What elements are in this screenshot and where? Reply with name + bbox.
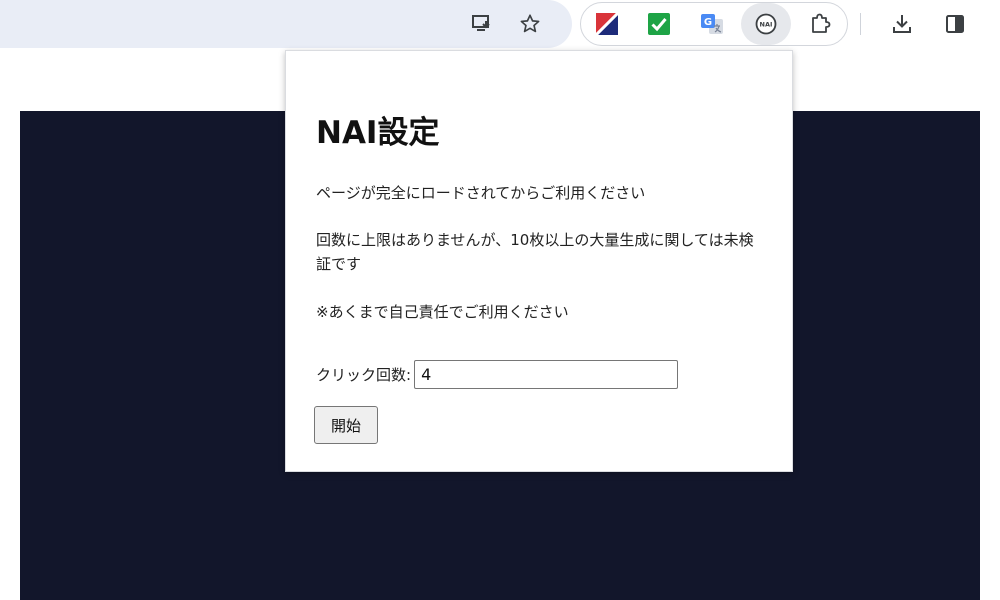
download-icon[interactable] — [886, 8, 918, 40]
svg-text:G: G — [704, 17, 712, 28]
google-translate-icon[interactable]: G — [696, 8, 728, 40]
browser-toolbar: G NAI — [0, 0, 1000, 50]
install-app-icon[interactable] — [466, 8, 498, 40]
click-count-row: クリック回数: — [316, 359, 679, 389]
browser-window: G NAI NAI設定 ページが完全にロードされてからご利用ください 回数に上限… — [0, 0, 1000, 600]
bookmark-star-icon[interactable] — [514, 8, 546, 40]
ext-stripe-icon[interactable] — [591, 8, 623, 40]
side-panel-icon[interactable] — [939, 8, 971, 40]
limit-notice-text: 回数に上限はありませんが、10枚以上の大量生成に関しては未検証です — [316, 231, 754, 273]
extensions-puzzle-icon[interactable] — [804, 8, 836, 40]
ext-check-icon[interactable] — [643, 8, 675, 40]
responsibility-notice-text: ※あくまで自己責任でご利用ください — [316, 303, 569, 321]
start-button[interactable]: 開始 — [314, 406, 378, 444]
click-count-input[interactable] — [414, 359, 679, 389]
svg-text:NAI: NAI — [760, 21, 773, 29]
nai-extension-icon[interactable]: NAI — [750, 8, 782, 40]
load-notice-text: ページが完全にロードされてからご利用ください — [316, 184, 646, 202]
toolbar-separator — [860, 13, 861, 35]
nai-settings-popup: NAI設定 ページが完全にロードされてからご利用ください 回数に上限はありません… — [285, 50, 793, 472]
click-count-label: クリック回数: — [316, 365, 412, 384]
popup-title: NAI設定 — [316, 115, 440, 151]
